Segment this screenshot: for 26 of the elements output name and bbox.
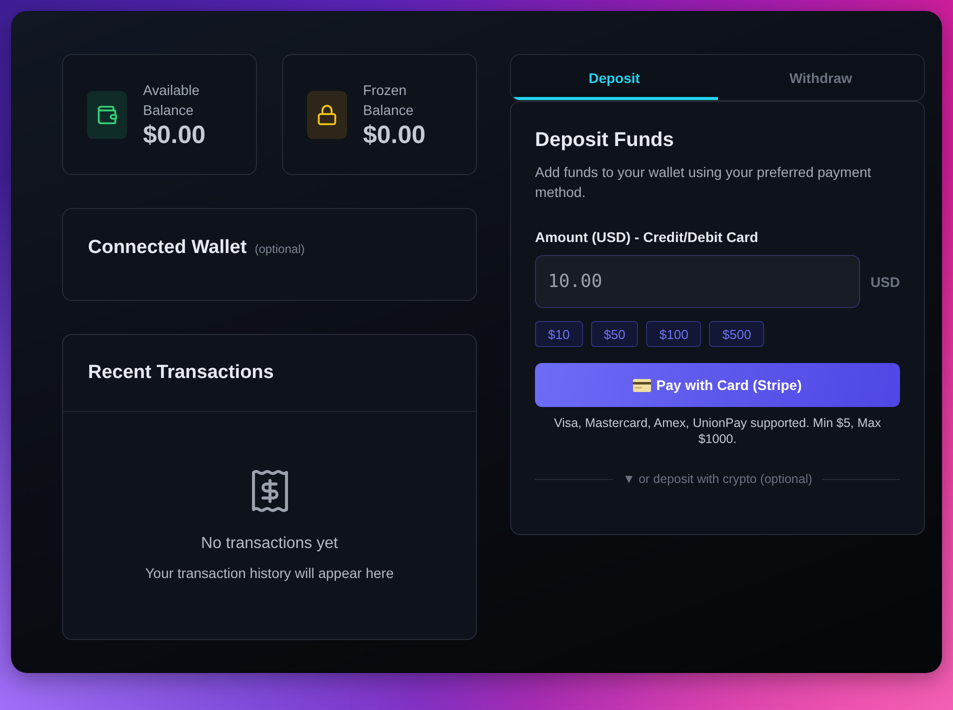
deposit-title: Deposit Funds	[535, 128, 675, 153]
lock-icon	[307, 90, 347, 138]
empty-text: Your transaction history will appear here	[145, 564, 394, 582]
receipt-icon	[250, 468, 288, 512]
balance-amount: $0.00	[363, 120, 427, 150]
amount-preset-button[interactable]: $10	[535, 321, 583, 347]
payment-note: Visa, Mastercard, Amex, UnionPay supported. Min $5, Max $1000.	[552, 415, 882, 447]
amount-preset-button[interactable]: $500	[709, 321, 764, 347]
optional-note: (optional)	[254, 242, 305, 256]
amount-input[interactable]: 10.00	[535, 255, 860, 308]
card-title: Recent Transactions	[88, 361, 274, 385]
pay-button[interactable]: Pay with Card (Stripe)	[535, 363, 900, 407]
credit-card-icon	[633, 378, 652, 392]
empty-title: No transactions yet	[201, 534, 338, 554]
balance-amount: $0.00	[143, 120, 207, 150]
deposit-description: Add funds to your wallet using your preferred payment method.	[535, 163, 872, 202]
balance-label: Available Balance	[143, 80, 201, 120]
wallet-icon	[87, 90, 127, 138]
currency-label: USD	[870, 274, 900, 290]
amount-preset-button[interactable]: $50	[590, 321, 638, 347]
amount-label: Amount (USD) - Credit/Debit Card	[535, 228, 760, 247]
crypto-divider-text[interactable]: ▼ or deposit with crypto (optional)	[622, 470, 812, 488]
balance-label: Frozen Balance	[363, 80, 415, 120]
tab[interactable]: Withdraw	[718, 55, 924, 100]
amount-preset-button[interactable]: $100	[646, 321, 702, 347]
card-title: Connected Wallet	[88, 236, 247, 260]
